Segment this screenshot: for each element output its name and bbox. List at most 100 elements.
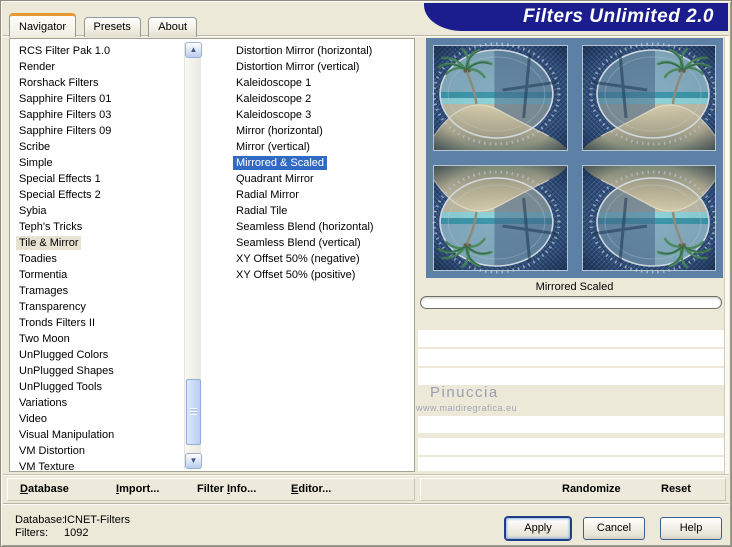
parameter-row — [418, 457, 724, 471]
status-database-label: Database: — [15, 514, 66, 526]
list-item-label: Kaleidoscope 1 — [236, 77, 312, 89]
list-item-label: Visual Manipulation — [19, 429, 115, 441]
scrollbar-down-arrow-icon[interactable]: ▼ — [185, 453, 202, 469]
list-item[interactable]: Two Moon — [11, 331, 181, 347]
parameter-slider[interactable] — [420, 296, 722, 309]
list-item[interactable]: Seamless Blend (horizontal) — [228, 219, 412, 235]
list-item[interactable]: Mirror (horizontal) — [228, 123, 412, 139]
list-item[interactable]: Transparency — [11, 299, 181, 315]
list-item[interactable]: Kaleidoscope 1 — [228, 75, 412, 91]
tab-presets[interactable]: Presets — [83, 17, 141, 37]
list-item[interactable]: Mirror (vertical) — [228, 139, 412, 155]
list-item[interactable]: UnPlugged Shapes — [11, 363, 181, 379]
list-item-label: Mirrored & Scaled — [233, 156, 328, 170]
list-item-label: XY Offset 50% (positive) — [236, 269, 356, 281]
list-item-label: Variations — [19, 397, 68, 409]
list-item-label: Transparency — [19, 301, 86, 313]
list-item[interactable]: UnPlugged Tools — [11, 379, 181, 395]
list-item[interactable]: Special Effects 1 — [11, 171, 181, 187]
list-item-label: RCS Filter Pak 1.0 — [19, 45, 111, 57]
list-item[interactable]: Kaleidoscope 2 — [228, 91, 412, 107]
watermark-author: Pinuccia — [430, 384, 499, 401]
list-item[interactable]: Variations — [11, 395, 181, 411]
page-right-edge — [724, 37, 729, 474]
list-item[interactable]: Sapphire Filters 09 — [11, 123, 181, 139]
parameter-row — [418, 438, 724, 455]
list-item-label: VM Texture — [19, 461, 75, 473]
list-item[interactable]: VM Distortion — [11, 443, 181, 459]
randomize-button[interactable]: Randomize — [562, 479, 621, 500]
parameter-row — [418, 330, 724, 347]
list-item[interactable]: Tile & Mirror — [11, 235, 181, 251]
list-item[interactable]: Scribe — [11, 139, 181, 155]
list-item[interactable]: Render — [11, 59, 181, 75]
list-item[interactable]: Sybia — [11, 203, 181, 219]
list-item[interactable]: VM Texture — [11, 459, 181, 475]
import-button[interactable]: Import... — [116, 479, 159, 500]
list-item-label: Tronds Filters II — [19, 317, 95, 329]
tab-about[interactable]: About — [148, 17, 198, 37]
list-item-label: Sapphire Filters 01 — [19, 93, 112, 105]
help-button[interactable]: Help — [660, 517, 722, 540]
list-item[interactable]: Video — [11, 411, 181, 427]
list-item[interactable]: Tronds Filters II — [11, 315, 181, 331]
list-item[interactable]: XY Offset 50% (negative) — [228, 251, 412, 267]
list-item-label: Simple — [19, 157, 53, 169]
list-item[interactable]: UnPlugged Colors — [11, 347, 181, 363]
category-listbox: RCS Filter Pak 1.0 Render Rorshack Filters… — [11, 43, 181, 475]
list-item[interactable]: Radial Tile — [228, 203, 412, 219]
list-item[interactable]: Teph's Tricks — [11, 219, 181, 235]
list-item-label: UnPlugged Tools — [19, 381, 102, 393]
list-item-label: Seamless Blend (vertical) — [236, 237, 361, 249]
database-button[interactable]: Database — [20, 479, 69, 500]
toolbar-left: Database Import... Filter Info... Editor… — [7, 478, 415, 501]
title-banner: Filters Unlimited 2.0 — [424, 3, 728, 31]
list-item[interactable]: Special Effects 2 — [11, 187, 181, 203]
list-item[interactable]: Mirrored & Scaled — [228, 155, 412, 171]
list-item[interactable]: Distortion Mirror (vertical) — [228, 59, 412, 75]
list-item[interactable]: Tramages — [11, 283, 181, 299]
list-item-label: Toadies — [19, 253, 57, 265]
list-item[interactable]: RCS Filter Pak 1.0 — [11, 43, 181, 59]
reset-button[interactable]: Reset — [661, 479, 691, 500]
list-item-label: UnPlugged Shapes — [19, 365, 114, 377]
list-item[interactable]: Quadrant Mirror — [228, 171, 412, 187]
category-scrollbar[interactable]: ▲ ▼ — [184, 42, 202, 469]
watermark-site: www.maidiregrafica.eu — [416, 403, 518, 413]
scrollbar-thumb[interactable] — [186, 379, 201, 445]
tab-navigator[interactable]: Navigator — [9, 13, 77, 37]
filter-info-button[interactable]: Filter Info... — [197, 479, 256, 500]
selected-filter-name: Mirrored Scaled — [535, 281, 614, 293]
list-item[interactable]: Distortion Mirror (horizontal) — [228, 43, 412, 59]
list-item-label: UnPlugged Colors — [19, 349, 109, 361]
parameter-row — [418, 349, 724, 366]
list-item-label: Special Effects 1 — [19, 173, 101, 185]
list-item-label: Kaleidoscope 3 — [236, 109, 312, 121]
lists-panel: RCS Filter Pak 1.0 Render Rorshack Filters… — [9, 38, 415, 475]
list-item[interactable]: Tormentia — [11, 267, 181, 283]
filter-preview[interactable] — [426, 38, 723, 278]
list-item[interactable]: Kaleidoscope 3 — [228, 107, 412, 123]
editor-button[interactable]: Editor... — [291, 479, 331, 500]
window-title: Filters Unlimited 2.0 — [522, 6, 714, 27]
preview-quadrant-bottom-left — [426, 158, 575, 278]
list-item-label: Video — [19, 413, 47, 425]
list-item-label: Two Moon — [19, 333, 70, 345]
list-item[interactable]: Sapphire Filters 03 — [11, 107, 181, 123]
cancel-button[interactable]: Cancel — [583, 517, 645, 540]
list-item[interactable]: XY Offset 50% (positive) — [228, 267, 412, 283]
list-item[interactable]: Simple — [11, 155, 181, 171]
apply-button[interactable]: Apply — [505, 517, 571, 540]
list-item-label: Sapphire Filters 03 — [19, 109, 112, 121]
list-item[interactable]: Radial Mirror — [228, 187, 412, 203]
list-item[interactable]: Visual Manipulation — [11, 427, 181, 443]
status-filters-label: Filters: — [15, 527, 48, 539]
list-item[interactable]: Rorshack Filters — [11, 75, 181, 91]
scrollbar-up-arrow-icon[interactable]: ▲ — [185, 42, 202, 58]
list-item-label: Teph's Tricks — [19, 221, 83, 233]
tab-strip: Navigator Presets About — [9, 13, 200, 37]
list-item[interactable]: Sapphire Filters 01 — [11, 91, 181, 107]
list-item[interactable]: Toadies — [11, 251, 181, 267]
list-item[interactable]: Seamless Blend (vertical) — [228, 235, 412, 251]
list-item-label: Radial Mirror — [236, 189, 299, 201]
